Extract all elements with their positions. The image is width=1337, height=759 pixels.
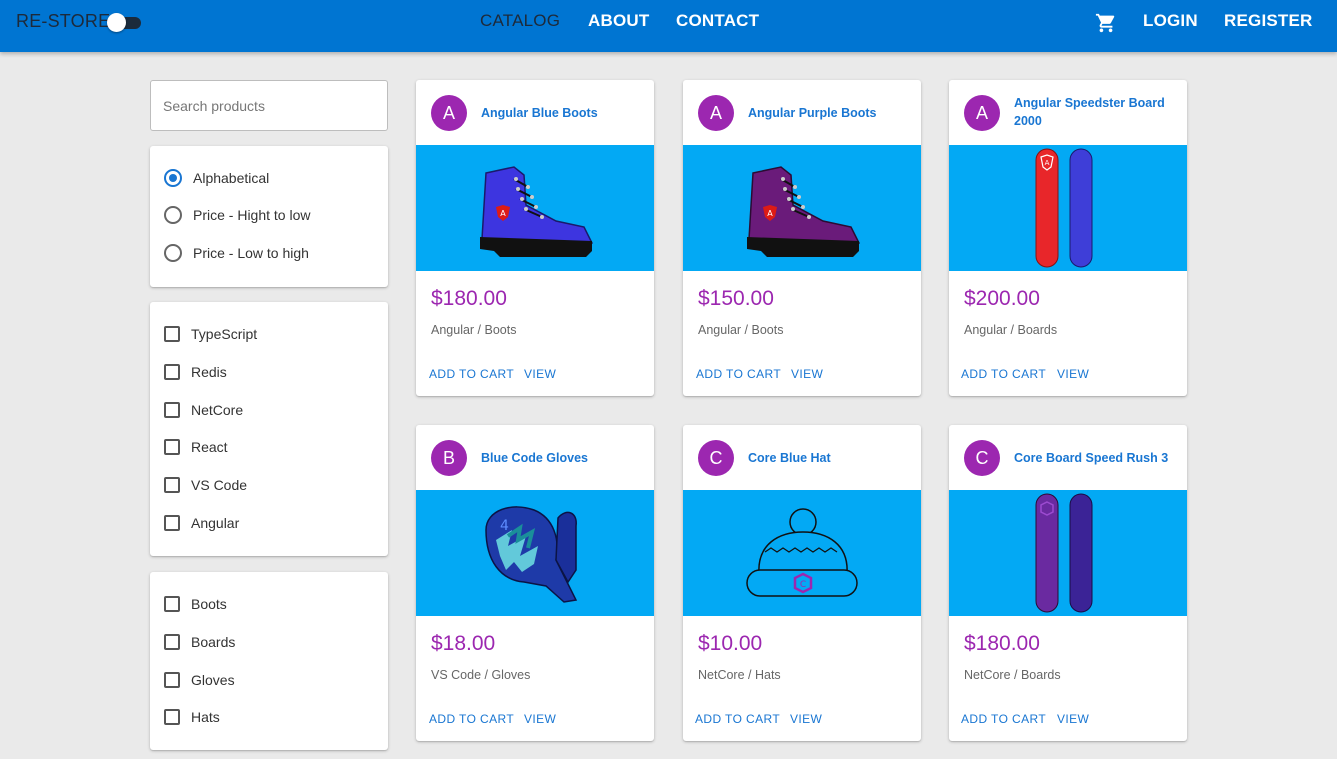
add-to-cart-button[interactable]: ADD TO CART [429,367,514,381]
product-title[interactable]: Core Board Speed Rush 3 [1014,449,1174,467]
product-card: A Angular Purple Boots A $150.00 Angular… [683,80,921,396]
svg-text:A: A [767,209,773,218]
checkbox-icon[interactable] [164,477,180,493]
add-to-cart-button[interactable]: ADD TO CART [429,712,514,726]
view-button[interactable]: VIEW [524,712,556,726]
product-brand-type: Angular / Boots [698,323,784,337]
sort-option-price-high-low[interactable]: Price - Hight to low [164,204,310,226]
checkbox-icon[interactable] [164,596,180,612]
view-button[interactable]: VIEW [524,367,556,381]
add-to-cart-button[interactable]: ADD TO CART [961,367,1046,381]
nav-register[interactable]: REGISTER [1224,11,1313,31]
add-to-cart-button[interactable]: ADD TO CART [961,712,1046,726]
nav-catalog[interactable]: CATALOG [480,11,560,31]
avatar: A [431,95,467,131]
avatar: B [431,440,467,476]
product-brand-type: Angular / Boards [964,323,1058,337]
product-title[interactable]: Angular Speedster Board 2000 [1014,94,1174,130]
view-button[interactable]: VIEW [790,712,822,726]
brand-filter-panel: TypeScript Redis NetCore React VS Code A… [150,302,388,556]
brand-filter-vscode[interactable]: VS Code [164,474,247,496]
avatar: C [698,440,734,476]
sort-option-alphabetical[interactable]: Alphabetical [164,167,269,189]
product-price: $200.00 [964,287,1040,310]
radio-icon[interactable] [164,244,182,262]
type-filter-boots[interactable]: Boots [164,593,227,615]
radio-icon[interactable] [164,206,182,224]
avatar: A [698,95,734,131]
shopping-cart-icon[interactable] [1095,12,1117,34]
type-filter-panel: Boots Boards Gloves Hats [150,572,388,750]
product-image [949,490,1187,616]
nav-contact[interactable]: CONTACT [676,11,759,31]
checkbox-icon[interactable] [164,709,180,725]
product-price: $10.00 [698,632,763,655]
checkbox-icon[interactable] [164,672,180,688]
svg-text:A: A [500,209,506,218]
blue-boot-image: A [480,166,593,257]
product-price: $18.00 [431,632,496,655]
svg-text:4: 4 [500,518,509,534]
type-filter-gloves[interactable]: Gloves [164,669,235,691]
checkbox-icon[interactable] [164,402,180,418]
type-filter-boards[interactable]: Boards [164,631,235,653]
svg-text:A: A [1045,159,1050,167]
product-card: A Angular Speedster Board 2000 A $200.00… [949,80,1187,396]
product-price: $180.00 [964,632,1040,655]
snowboard-image [1035,493,1093,613]
sort-panel: Alphabetical Price - Hight to low Price … [150,146,388,287]
view-button[interactable]: VIEW [1057,367,1089,381]
product-brand-type: NetCore / Boards [964,668,1061,682]
product-image: A [416,145,654,271]
product-image: A [683,145,921,271]
glove-image: 4 [485,506,578,603]
product-brand-type: VS Code / Gloves [431,668,531,682]
hat-image: C [746,508,858,597]
nav-about[interactable]: ABOUT [588,11,649,31]
avatar: C [964,440,1000,476]
avatar: A [964,95,1000,131]
product-title[interactable]: Blue Code Gloves [481,449,641,467]
checkbox-icon[interactable] [164,515,180,531]
view-button[interactable]: VIEW [1057,712,1089,726]
brand-title: RE-STORE [16,11,111,31]
nav-login[interactable]: LOGIN [1143,11,1198,31]
product-image: 4 [416,490,654,616]
product-card: C Core Board Speed Rush 3 $180.00 NetCor… [949,425,1187,741]
product-price: $150.00 [698,287,774,310]
brand-filter-netcore[interactable]: NetCore [164,399,243,421]
product-brand-type: Angular / Boots [431,323,517,337]
brand-filter-typescript[interactable]: TypeScript [164,323,257,345]
view-button[interactable]: VIEW [791,367,823,381]
product-card: C Core Blue Hat C $10.00 NetCore / Hats … [683,425,921,741]
product-card: A Angular Blue Boots A $180.00 Angular /… [416,80,654,396]
product-price: $180.00 [431,287,507,310]
search-panel [150,80,388,131]
app-bar: RE-STORE CATALOG ABOUT CONTACT LOGIN REG… [0,0,1337,52]
sort-option-price-low-high[interactable]: Price - Low to high [164,242,309,264]
checkbox-icon[interactable] [164,326,180,342]
checkbox-icon[interactable] [164,439,180,455]
product-title[interactable]: Angular Purple Boots [748,104,908,122]
product-card: B Blue Code Gloves 4 $18.00 VS Code / Gl… [416,425,654,741]
brand-filter-angular[interactable]: Angular [164,512,239,534]
purple-boot-image: A [747,166,860,257]
snowboard-image: A [1035,148,1093,268]
product-image: A [949,145,1187,271]
product-brand-type: NetCore / Hats [698,668,781,682]
product-image: C [683,490,921,616]
add-to-cart-button[interactable]: ADD TO CART [696,367,781,381]
brand-filter-react[interactable]: React [164,436,228,458]
product-title[interactable]: Core Blue Hat [748,449,908,467]
type-filter-hats[interactable]: Hats [164,706,220,728]
search-input[interactable] [163,95,373,117]
add-to-cart-button[interactable]: ADD TO CART [695,712,780,726]
dark-mode-toggle[interactable] [107,13,141,32]
checkbox-icon[interactable] [164,364,180,380]
checkbox-icon[interactable] [164,634,180,650]
radio-selected-icon[interactable] [164,169,182,187]
svg-text:C: C [800,580,806,590]
brand-filter-redis[interactable]: Redis [164,361,227,383]
product-title[interactable]: Angular Blue Boots [481,104,641,122]
